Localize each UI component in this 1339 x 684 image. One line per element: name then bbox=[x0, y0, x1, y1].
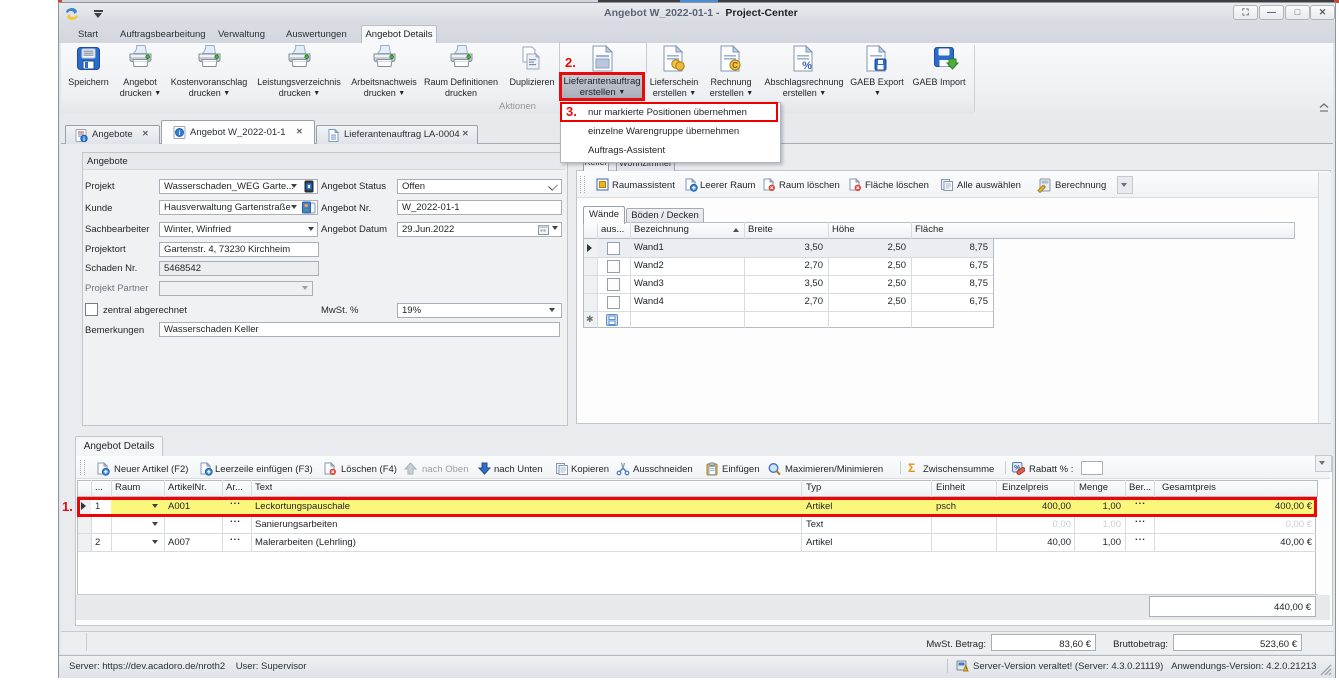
svg-text:i: i bbox=[179, 130, 181, 137]
svg-text:!: ! bbox=[965, 667, 967, 672]
svg-text:%: % bbox=[802, 60, 812, 72]
svg-text:i: i bbox=[83, 136, 85, 142]
svg-text:C: C bbox=[732, 61, 738, 70]
